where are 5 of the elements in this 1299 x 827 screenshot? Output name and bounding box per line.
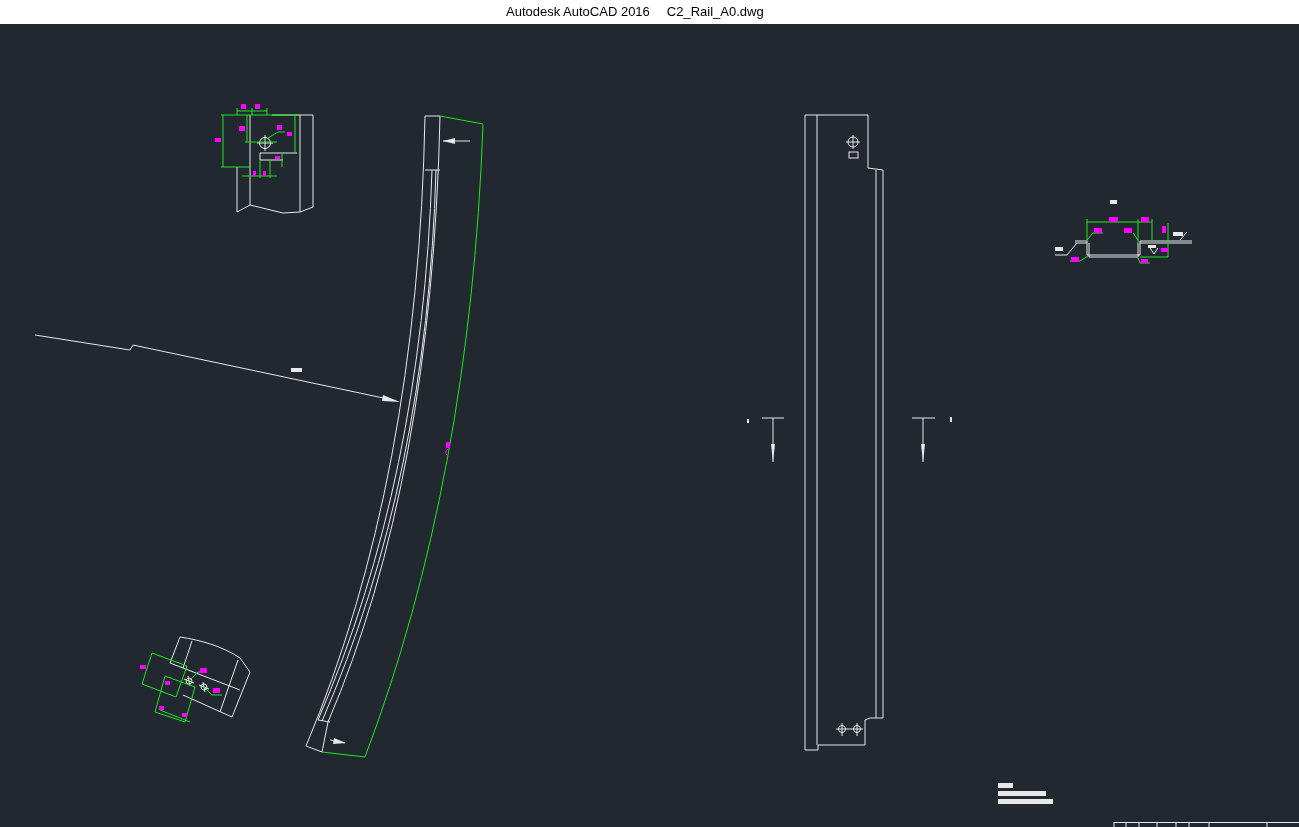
app-title: Autodesk AutoCAD 2016: [506, 4, 650, 20]
section-cut-arrow: [911, 417, 952, 463]
notes-drawing: [998, 783, 1053, 804]
file-name: C2_Rail_A0.dwg: [666, 4, 764, 20]
section-cut-arrow: [747, 417, 785, 463]
